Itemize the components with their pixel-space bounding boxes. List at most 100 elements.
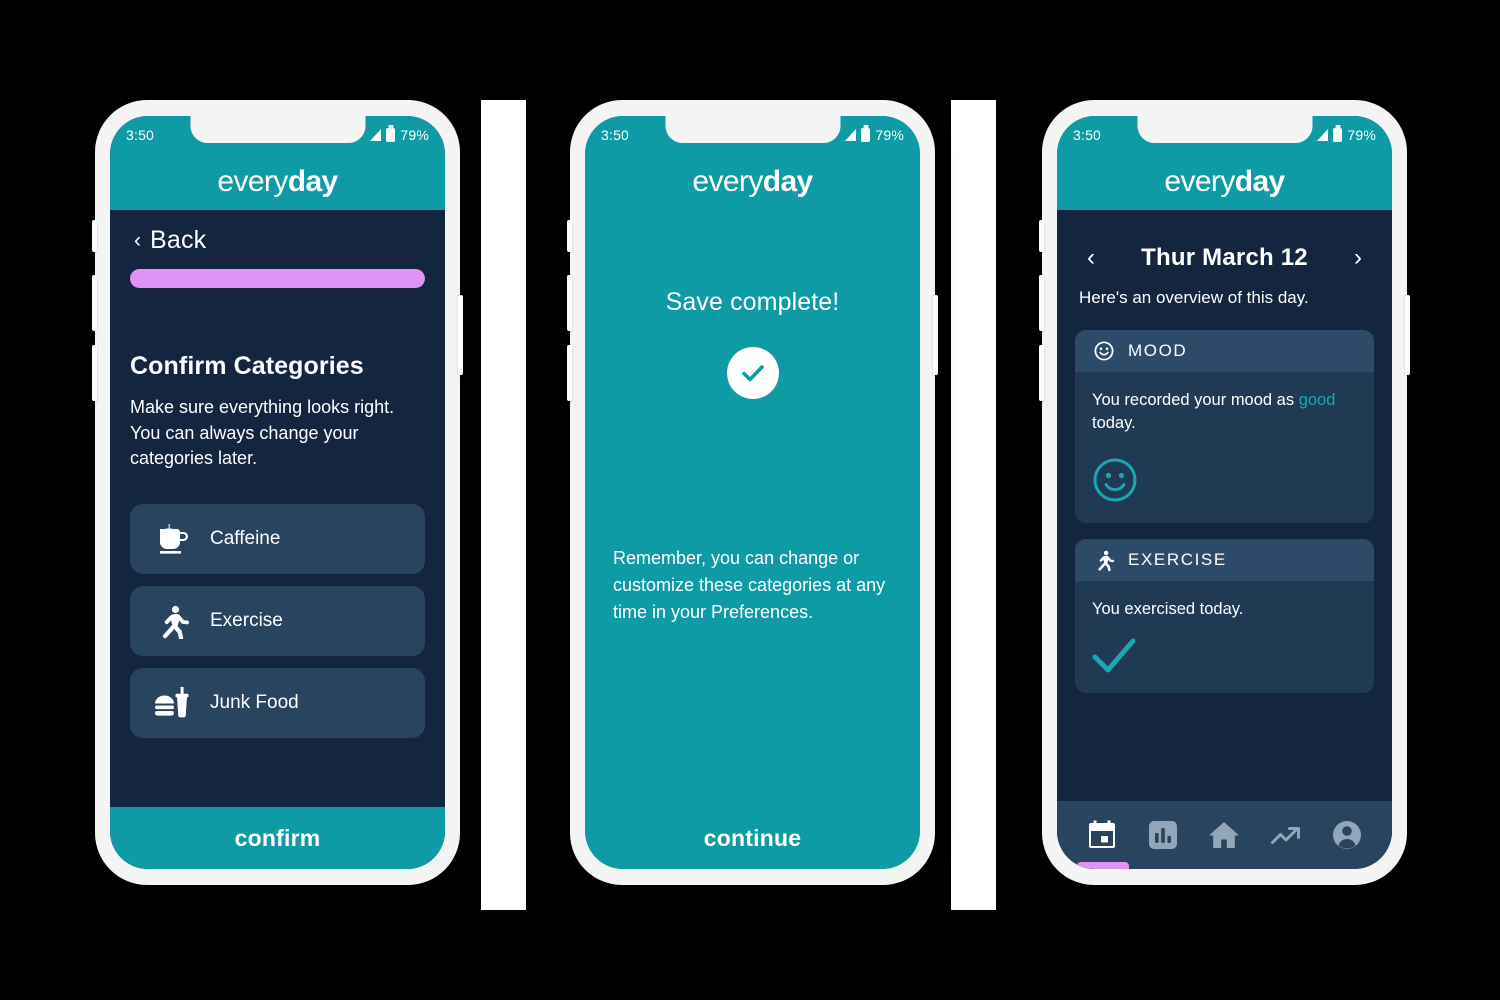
volume-up-button[interactable] (1039, 275, 1044, 331)
power-button[interactable] (1405, 295, 1410, 375)
trending-up-icon (1270, 827, 1300, 844)
status-bar: 3:50 79% (585, 116, 920, 154)
power-button[interactable] (458, 295, 463, 375)
category-label: Caffeine (210, 527, 281, 549)
power-button[interactable] (933, 295, 938, 375)
divider-bar-1 (481, 100, 526, 910)
back-label: Back (150, 226, 207, 254)
home-indicator (1077, 862, 1129, 869)
app-logo-bar: everyday (1057, 154, 1392, 210)
category-list: Caffeine Exercise Junk Food (130, 503, 425, 738)
tab-trends[interactable] (1267, 816, 1305, 854)
screen2-body: Save complete! Remember, you can change … (585, 210, 920, 869)
tab-profile[interactable] (1328, 816, 1366, 854)
mood-value: good (1298, 391, 1336, 409)
mood-card: MOOD You recorded your mood as good toda… (1075, 330, 1374, 524)
app-logo-bar: everyday (585, 154, 920, 210)
app-logo: everyday (217, 165, 339, 199)
volume-down-button[interactable] (1039, 345, 1044, 401)
exercise-card-text: You exercised today. (1092, 600, 1244, 619)
logo-thin: every (217, 165, 288, 198)
screenshot-stage: 3:50 79% everyday ‹ Back Confirm Categor… (0, 0, 1500, 1000)
category-label: Exercise (210, 609, 283, 631)
signal-triangle-icon (845, 129, 857, 141)
volume-up-button[interactable] (92, 275, 97, 331)
back-button[interactable]: ‹ Back (130, 210, 425, 265)
date-navigator: ‹ Thur March 12 › (1057, 210, 1392, 272)
volume-down-button[interactable] (92, 345, 97, 401)
divider-bar-2 (951, 100, 996, 910)
notch (665, 116, 840, 143)
signal-triangle-icon (370, 129, 382, 141)
tab-stats[interactable] (1144, 816, 1182, 854)
mood-card-text: You recorded your mood as good today. (1092, 389, 1357, 435)
confirm-button[interactable]: confirm (110, 807, 445, 869)
phone-mockup-3: 3:50 79% everyday ‹ Thur March 12 › Here… (1039, 100, 1410, 885)
battery-icon (861, 128, 871, 142)
running-person-icon (1092, 549, 1115, 572)
screen-save-complete: 3:50 79% everyday Save complete! Remembe… (585, 116, 920, 869)
volume-up-button[interactable] (567, 275, 572, 331)
logo-bold: day (762, 165, 814, 198)
logo-thin: every (692, 165, 763, 198)
screen1-body: ‹ Back Confirm Categories Make sure ever… (110, 210, 445, 869)
category-item-junk-food[interactable]: Junk Food (130, 667, 425, 738)
check-circle-icon (726, 347, 779, 399)
exercise-card-header: EXERCISE (1075, 539, 1374, 582)
status-bar: 3:50 79% (110, 116, 445, 154)
logo-bold: day (1234, 165, 1286, 198)
coffee-cup-icon (152, 519, 192, 559)
status-battery-percent: 79% (400, 127, 429, 143)
exercise-card: EXERCISE You exercised today. (1075, 539, 1374, 694)
volume-down-button[interactable] (567, 345, 572, 401)
chevron-left-icon: ‹ (134, 229, 141, 252)
phone-mockup-1: 3:50 79% everyday ‹ Back Confirm Categor… (92, 100, 463, 885)
progress-bar (130, 269, 425, 288)
status-battery-percent: 79% (1347, 127, 1376, 143)
app-logo-bar: everyday (110, 154, 445, 210)
summary-cards: MOOD You recorded your mood as good toda… (1057, 308, 1392, 694)
checkmark-large-icon (1092, 637, 1136, 673)
status-time: 3:50 (601, 127, 630, 143)
category-item-caffeine[interactable]: Caffeine (130, 503, 425, 574)
date-label: Thur March 12 (1141, 244, 1308, 271)
category-label: Junk Food (210, 691, 299, 713)
bottom-tab-bar (1057, 801, 1392, 869)
category-item-exercise[interactable]: Exercise (130, 585, 425, 656)
notch (1137, 116, 1312, 143)
overview-text: Here's an overview of this day. (1079, 288, 1309, 307)
page-title: Confirm Categories (130, 352, 364, 380)
screen3-body: ‹ Thur March 12 › Here's an overview of … (1057, 210, 1392, 869)
mute-switch[interactable] (567, 220, 572, 252)
card-title: MOOD (1128, 341, 1188, 360)
notch (190, 116, 365, 143)
status-time: 3:50 (126, 127, 155, 143)
burger-drink-icon (152, 683, 192, 723)
mute-switch[interactable] (1039, 220, 1044, 252)
calendar-icon (1088, 820, 1115, 848)
logo-bold: day (287, 165, 339, 198)
screen-confirm-categories: 3:50 79% everyday ‹ Back Confirm Categor… (110, 116, 445, 869)
smiley-face-large-icon (1092, 457, 1138, 503)
continue-button[interactable]: continue (585, 807, 920, 869)
smiley-face-icon (1092, 340, 1115, 363)
mute-switch[interactable] (92, 220, 97, 252)
exercise-card-body: You exercised today. (1075, 581, 1374, 693)
mood-text-before: You recorded your mood as (1092, 391, 1299, 409)
battery-icon (386, 128, 396, 142)
logo-thin: every (1164, 165, 1235, 198)
previous-day-button[interactable]: ‹ (1079, 244, 1103, 272)
next-day-button[interactable]: › (1346, 244, 1370, 272)
app-logo: everyday (692, 165, 814, 199)
bar-chart-icon (1149, 821, 1178, 849)
card-title: EXERCISE (1128, 550, 1227, 570)
user-avatar-icon (1333, 821, 1362, 849)
tab-home[interactable] (1205, 816, 1243, 854)
screen-day-overview: 3:50 79% everyday ‹ Thur March 12 › Here… (1057, 116, 1392, 869)
tab-calendar[interactable] (1083, 816, 1121, 854)
status-bar: 3:50 79% (1057, 116, 1392, 154)
home-icon (1209, 822, 1240, 848)
page-subtext: Make sure everything looks right. You ca… (130, 397, 395, 469)
status-battery-percent: 79% (875, 127, 904, 143)
mood-text-after: today. (1092, 414, 1136, 433)
